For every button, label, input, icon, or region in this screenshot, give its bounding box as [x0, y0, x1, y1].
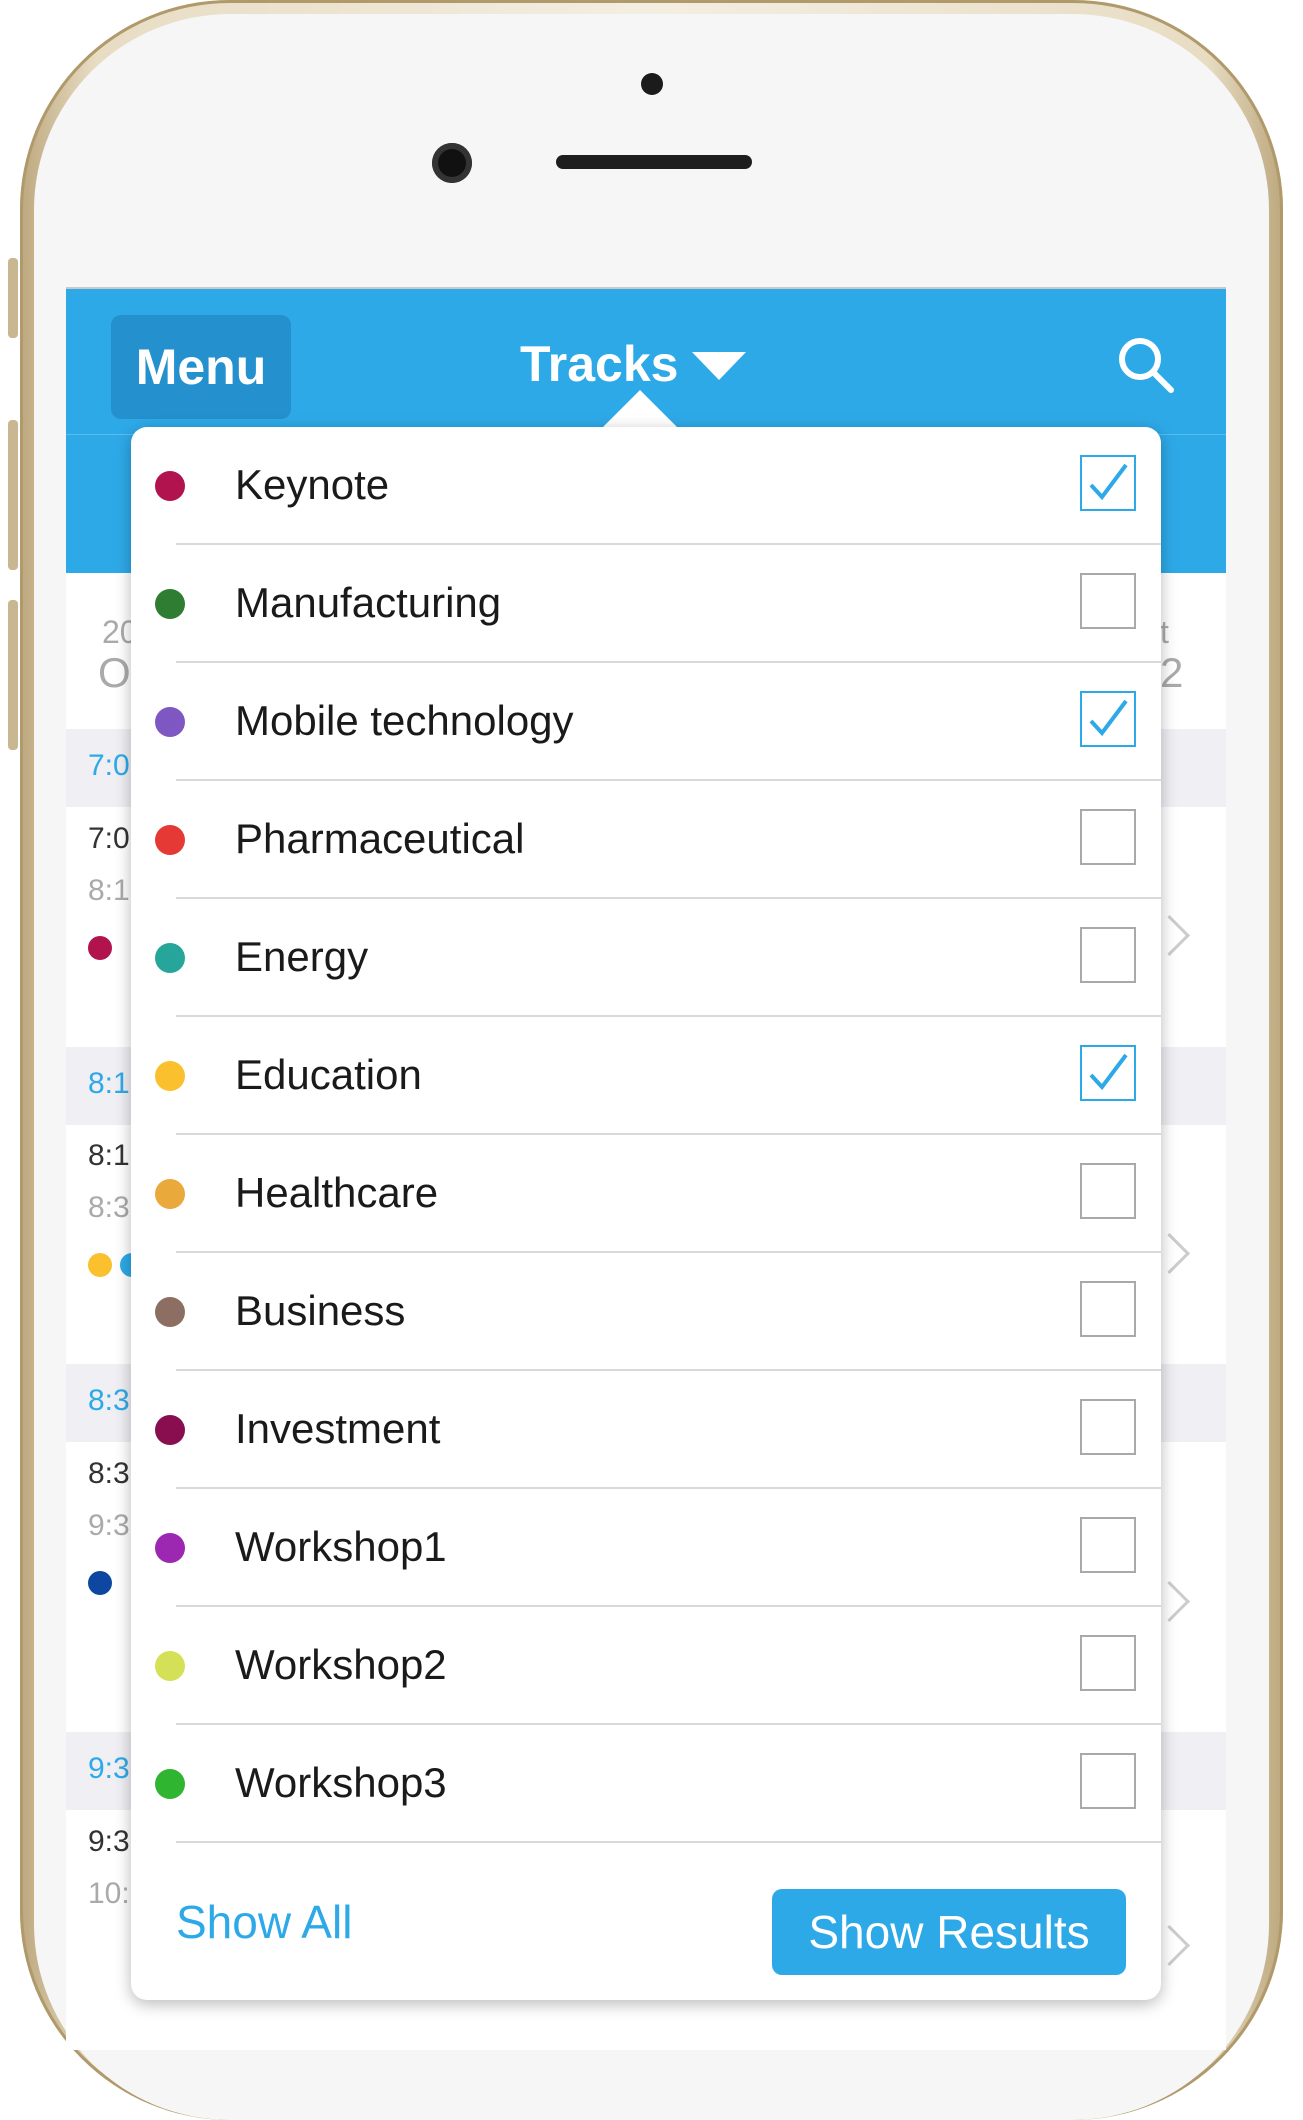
track-label: Mobile technology — [235, 697, 574, 744]
track-color-dot — [155, 707, 185, 737]
track-row[interactable]: Workshop1 — [131, 1489, 1161, 1607]
track-label: Keynote — [235, 461, 390, 508]
session-start-time: 8:3 — [88, 1457, 130, 1490]
track-color-dot — [155, 1769, 185, 1799]
track-label: Education — [235, 1051, 422, 1098]
show-all-button[interactable]: Show All — [176, 1895, 352, 1949]
track-color-dot — [155, 1061, 185, 1091]
track-color-dot — [155, 1179, 185, 1209]
volume-up-button — [8, 420, 18, 570]
track-checkbox[interactable] — [1080, 1281, 1136, 1337]
row-divider — [176, 1841, 1161, 1843]
proximity-sensor — [641, 73, 663, 95]
track-checkbox[interactable] — [1080, 1753, 1136, 1809]
track-color-dot — [155, 1415, 185, 1445]
session-track-dot — [88, 1571, 112, 1595]
track-checkbox[interactable] — [1080, 1163, 1136, 1219]
caret-down-icon — [692, 352, 747, 380]
search-icon[interactable] — [1116, 335, 1176, 395]
session-end-time: 9:3 — [88, 1509, 130, 1542]
section-time: 8:3 — [88, 1384, 130, 1417]
track-row[interactable]: Energy — [131, 899, 1161, 1017]
checkmark-icon — [1089, 1053, 1128, 1091]
session-end-time: 8:1 — [88, 874, 130, 907]
session-track-dot — [88, 1253, 112, 1277]
track-row[interactable]: Education — [131, 1017, 1161, 1135]
track-checkbox[interactable] — [1080, 1399, 1136, 1455]
nav-title: Tracks — [520, 336, 679, 392]
section-time: 7:0 — [88, 749, 130, 782]
track-row[interactable]: Manufacturing — [131, 545, 1161, 663]
track-checkbox[interactable] — [1080, 1635, 1136, 1691]
track-checkbox[interactable] — [1080, 691, 1136, 747]
date-next-bottom: 2 — [1160, 649, 1184, 696]
track-color-dot — [155, 1651, 185, 1681]
track-checkbox[interactable] — [1080, 809, 1136, 865]
show-results-button[interactable]: Show Results — [772, 1889, 1126, 1975]
tracks-dropdown-toggle[interactable]: Tracks — [520, 329, 747, 399]
date-month: O — [98, 649, 131, 696]
session-start-time: 7:0 — [88, 822, 130, 855]
track-label: Workshop2 — [235, 1641, 447, 1688]
front-camera — [432, 143, 472, 183]
track-color-dot — [155, 943, 185, 973]
track-color-dot — [155, 1533, 185, 1563]
track-label: Manufacturing — [235, 579, 502, 626]
track-color-dot — [155, 471, 185, 501]
section-time: 9:3 — [88, 1752, 130, 1785]
popover-arrow — [602, 390, 678, 428]
track-label: Healthcare — [235, 1169, 439, 1216]
track-row[interactable]: Healthcare — [131, 1135, 1161, 1253]
track-label: Workshop3 — [235, 1759, 447, 1806]
track-row[interactable]: Workshop3 — [131, 1725, 1161, 1843]
section-time: 8:1 — [88, 1067, 130, 1100]
track-checkbox[interactable] — [1080, 1045, 1136, 1101]
track-checkbox[interactable] — [1080, 927, 1136, 983]
checkmark-icon — [1089, 463, 1128, 501]
track-row[interactable]: Keynote — [131, 427, 1161, 545]
track-row[interactable]: Business — [131, 1253, 1161, 1371]
track-label: Energy — [235, 933, 369, 980]
session-end-time: 8:3 — [88, 1191, 130, 1224]
session-start-time: 8:1 — [88, 1139, 130, 1172]
session-end-time: 10: — [88, 1877, 130, 1910]
track-label: Pharmaceutical — [235, 815, 525, 862]
track-label: Business — [235, 1287, 406, 1334]
volume-down-button — [8, 600, 18, 750]
mute-switch — [8, 258, 18, 338]
earpiece-speaker — [556, 155, 752, 169]
session-track-dot — [88, 936, 112, 960]
menu-button[interactable]: Menu — [111, 315, 291, 419]
track-color-dot — [155, 1297, 185, 1327]
session-start-time: 9:3 — [88, 1825, 130, 1858]
track-checkbox[interactable] — [1080, 573, 1136, 629]
track-color-dot — [155, 589, 185, 619]
track-row[interactable]: Investment — [131, 1371, 1161, 1489]
track-color-dot — [155, 825, 185, 855]
checkmark-icon — [1089, 699, 1128, 737]
track-label: Investment — [235, 1405, 441, 1452]
track-checkbox[interactable] — [1080, 1517, 1136, 1573]
track-checkbox[interactable] — [1080, 455, 1136, 511]
tracks-filter-popover: Keynote Manufacturing Mobile technology Pha… — [131, 427, 1161, 2000]
track-row[interactable]: Mobile technology — [131, 663, 1161, 781]
track-row[interactable]: Pharmaceutical — [131, 781, 1161, 899]
track-label: Workshop1 — [235, 1523, 447, 1570]
date-next-top: t — [1160, 614, 1169, 650]
track-row[interactable]: Workshop2 — [131, 1607, 1161, 1725]
